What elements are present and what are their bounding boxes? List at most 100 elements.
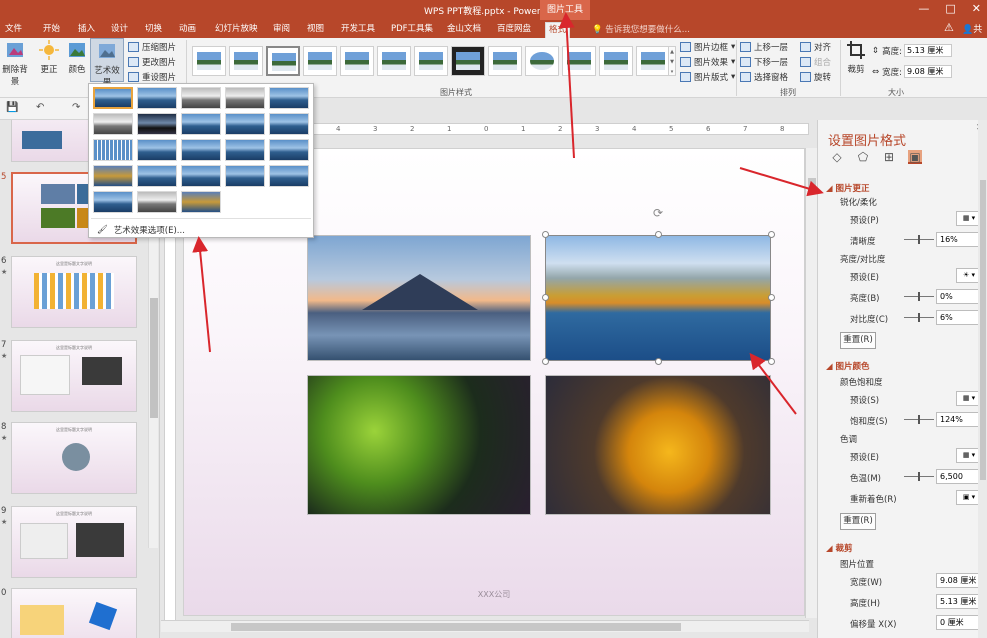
scrollbar-thumb[interactable] — [150, 298, 158, 418]
slide-thumbnail[interactable]: 8 ★ 这里是标题文字说明 — [0, 422, 159, 498]
warning-icon[interactable]: ⚠ — [944, 21, 954, 34]
tab-developer[interactable]: 开发工具 — [338, 22, 378, 38]
mount-fuji-picture[interactable] — [307, 235, 531, 361]
tab-baidu-pan[interactable]: 百度网盘 — [494, 22, 534, 38]
tab-view[interactable]: 视图 — [304, 22, 327, 38]
art-effect-texturizer[interactable] — [137, 165, 177, 187]
effects-pentagon-icon[interactable]: ⬠ — [856, 150, 870, 164]
art-effect-crisscross-etching[interactable] — [181, 165, 221, 187]
slide-thumbnail[interactable]: 9 ★ 这里是标题文字说明 — [0, 506, 159, 582]
style-oval[interactable] — [525, 46, 559, 76]
clarity-slider[interactable] — [904, 235, 934, 244]
art-effect-blur[interactable] — [269, 113, 309, 135]
rotate-handle-icon[interactable]: ⟳ — [651, 206, 665, 220]
art-effect-marker[interactable] — [137, 87, 177, 109]
slide-thumbnail[interactable]: 7 ★ 这里是标题文字说明 — [0, 340, 159, 416]
rotate-button[interactable]: 旋转 — [800, 70, 831, 84]
style-drop-shadow[interactable] — [266, 46, 300, 76]
style-soft-edge[interactable] — [377, 46, 411, 76]
redo-icon[interactable]: ↷ — [72, 102, 80, 113]
share-button[interactable]: 👤共 — [962, 22, 982, 35]
art-effect-paint-strokes[interactable] — [137, 113, 177, 135]
slide-thumbnail[interactable]: 6 ★ 这里是标题文字说明 — [0, 256, 159, 332]
format-pane-scrollbar[interactable] — [978, 120, 987, 638]
group-button[interactable]: 组合 — [800, 55, 831, 69]
style-rotated[interactable] — [636, 46, 670, 76]
resize-handle[interactable] — [768, 358, 775, 365]
corrections-button[interactable]: 更正 — [36, 40, 62, 75]
style-center-shadow[interactable] — [599, 46, 633, 76]
selected-lake-picture[interactable] — [545, 235, 771, 361]
tab-kingsoft-docs[interactable]: 金山文档 — [444, 22, 484, 38]
art-effect-pastels-smooth[interactable] — [225, 165, 265, 187]
art-effect-plastic-wrap[interactable] — [269, 165, 309, 187]
save-icon[interactable]: 💾 — [6, 102, 18, 113]
resize-handle[interactable] — [542, 358, 549, 365]
art-effect-mosaic-bubbles[interactable] — [225, 139, 265, 161]
brightness-slider[interactable] — [904, 292, 934, 301]
tab-slideshow[interactable]: 幻灯片放映 — [212, 22, 261, 38]
style-thick-black[interactable] — [451, 46, 485, 76]
tell-me-search[interactable]: 💡 告诉我您想要做什么... — [592, 23, 690, 35]
picture-color-section[interactable]: ◢ 图片颜色 — [826, 360, 870, 372]
picture-border-button[interactable]: 图片边框 ▾ — [680, 40, 735, 54]
tab-insert[interactable]: 插入 — [75, 22, 98, 38]
size-properties-icon[interactable]: ⊞ — [882, 150, 896, 164]
slide-horizontal-scrollbar[interactable] — [161, 620, 809, 632]
scrollbar-thumb[interactable] — [980, 180, 986, 480]
picture-effects-button[interactable]: 图片效果 ▾ — [680, 55, 735, 69]
picture-layout-button[interactable]: 图片版式 ▾ — [680, 70, 735, 84]
art-effect-glow-diffused[interactable] — [225, 113, 265, 135]
style-beveled[interactable] — [229, 46, 263, 76]
artistic-effects-options-button[interactable]: 🖌 艺术效果选项(E)... — [97, 224, 185, 236]
selection-pane-button[interactable]: 选择窗格 — [740, 70, 788, 84]
maple-leaf-picture[interactable] — [545, 375, 771, 515]
fill-line-icon[interactable]: ◇ — [830, 150, 844, 164]
tab-animations[interactable]: 动画 — [176, 22, 199, 38]
art-effect-watercolor-sponge[interactable] — [137, 139, 177, 161]
scrollbar-thumb[interactable] — [231, 623, 681, 631]
crop-button[interactable]: 裁剪 — [844, 40, 868, 75]
resize-handle[interactable] — [768, 294, 775, 301]
saturation-slider[interactable] — [904, 415, 934, 424]
close-button[interactable]: ✕ — [972, 2, 981, 15]
art-effect-cement[interactable] — [93, 165, 133, 187]
width-input[interactable]: 9.08 厘米 — [904, 65, 952, 78]
compress-pictures-button[interactable]: 压缩图片 — [128, 40, 176, 54]
contrast-slider[interactable] — [904, 313, 934, 322]
art-effect-glow-edges[interactable] — [181, 191, 221, 213]
art-effect-cutout[interactable] — [93, 191, 133, 213]
picture-corrections-section[interactable]: ◢ 图片更正 — [826, 182, 870, 194]
minimize-button[interactable]: — — [918, 2, 929, 15]
remove-background-button[interactable]: 删除背景 — [0, 40, 30, 87]
art-effect-pencil-sketch[interactable] — [225, 87, 265, 109]
art-effect-chalk-sketch[interactable] — [93, 113, 133, 135]
slide-vertical-scrollbar[interactable] — [805, 148, 817, 618]
art-effect-paint-brush[interactable] — [181, 113, 221, 135]
slide-thumbnail[interactable]: 0 — [0, 588, 159, 638]
crop-section[interactable]: ◢ 裁剪 — [826, 542, 853, 554]
align-button[interactable]: 对齐 — [800, 40, 831, 54]
art-effect-photocopy[interactable] — [137, 191, 177, 213]
artistic-effects-button[interactable]: 艺术效果 — [90, 38, 124, 88]
art-effect-film-grain[interactable] — [181, 139, 221, 161]
art-effect-none[interactable] — [93, 87, 133, 109]
reset-corrections-button[interactable]: 重置(R) — [840, 332, 876, 349]
maximize-button[interactable]: □ — [945, 2, 955, 15]
tab-design[interactable]: 设计 — [108, 22, 131, 38]
tab-format[interactable]: 格式 — [545, 22, 571, 38]
art-effect-line-drawing[interactable] — [269, 87, 309, 109]
send-backward-button[interactable]: 下移一层 — [740, 55, 788, 69]
art-effect-glass[interactable] — [269, 139, 309, 161]
style-reflected[interactable] — [340, 46, 374, 76]
gallery-more-button[interactable]: ▲ ▼ ▾ — [668, 46, 676, 76]
change-picture-button[interactable]: 更改图片 — [128, 55, 176, 69]
style-simple-black[interactable] — [488, 46, 522, 76]
bring-forward-button[interactable]: 上移一层 — [740, 40, 788, 54]
resize-handle[interactable] — [655, 231, 662, 238]
temperature-slider[interactable] — [904, 472, 934, 481]
art-effect-pencil-grayscale[interactable] — [181, 87, 221, 109]
height-input[interactable]: 5.13 厘米 — [904, 44, 952, 57]
style-simple-frame[interactable] — [192, 46, 226, 76]
tab-file[interactable]: 文件 — [2, 22, 25, 38]
